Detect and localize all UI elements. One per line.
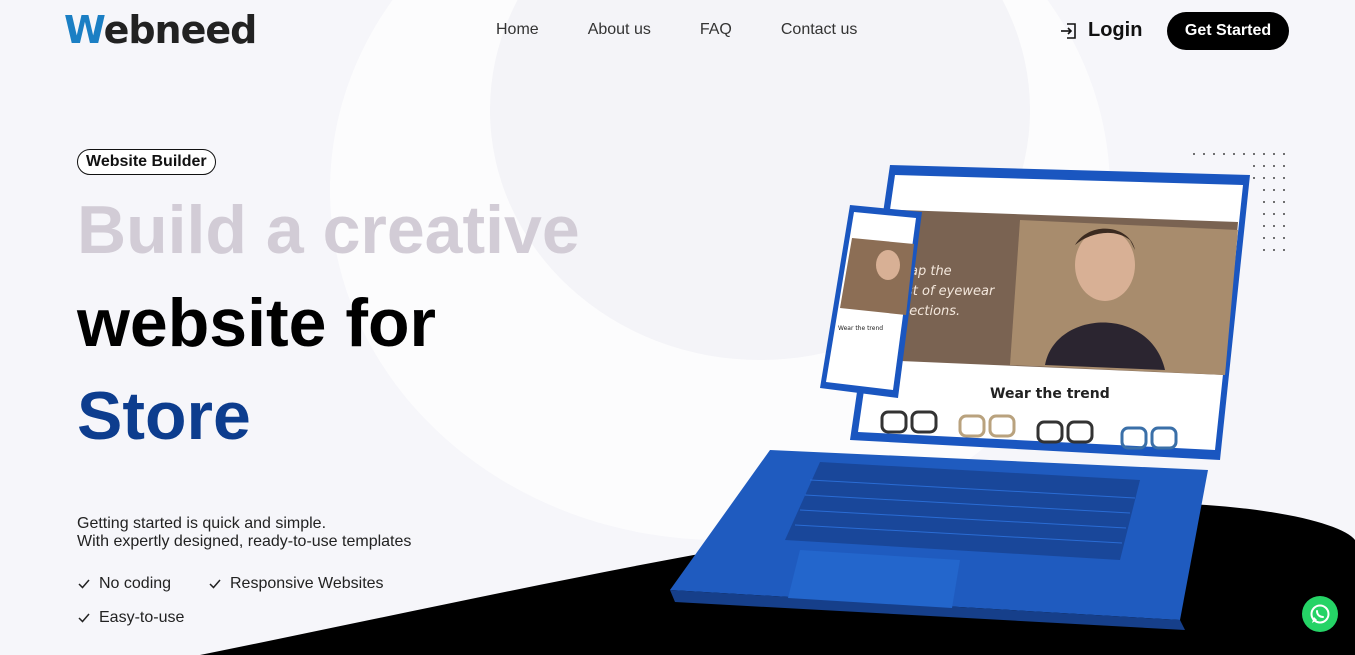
- hero-heading-line2: website for: [77, 285, 436, 361]
- nav-about-us[interactable]: About us: [588, 20, 651, 40]
- feature-label: No coding: [99, 575, 172, 592]
- hero-description-line1: Getting started is quick and simple.: [77, 515, 327, 532]
- phone-section-title: Wear the trend: [838, 325, 883, 332]
- logo-text: ebneed: [103, 8, 258, 52]
- feature-responsive: Responsive Websites: [208, 575, 384, 593]
- svg-text:llections.: llections.: [902, 304, 960, 319]
- main-nav: Home About us FAQ Contact us: [496, 20, 906, 40]
- check-icon: [78, 613, 90, 623]
- nav-faq[interactable]: FAQ: [700, 20, 732, 40]
- hero-description: Getting started is quick and simple. Wit…: [77, 515, 411, 551]
- login-icon: [1061, 22, 1076, 39]
- feature-no-coding: No coding: [77, 575, 171, 593]
- check-icon: [78, 579, 90, 589]
- website-builder-badge: Website Builder: [77, 149, 216, 175]
- logo-w: W: [64, 8, 105, 52]
- feature-label: Responsive Websites: [230, 575, 384, 592]
- nav-home[interactable]: Home: [496, 20, 539, 40]
- hero-heading-line1: Build a creative: [77, 192, 580, 268]
- feature-label: Easy-to-use: [99, 609, 185, 626]
- svg-text:ap the: ap the: [910, 264, 952, 279]
- webneed-logo[interactable]: Webneed: [64, 8, 258, 52]
- nav-contact-us[interactable]: Contact us: [781, 20, 857, 40]
- mockup-section-title: Wear the trend: [990, 386, 1110, 402]
- svg-text:st of eyewear: st of eyewear: [906, 284, 996, 299]
- feature-easy-to-use: Easy-to-use: [77, 609, 184, 627]
- laptop-mockup-illustration: ap the st of eyewear llections. Wear the…: [670, 165, 1250, 630]
- whatsapp-chat-button[interactable]: [1302, 596, 1338, 632]
- hero-description-line2: With expertly designed, ready-to-use tem…: [77, 533, 412, 550]
- get-started-button[interactable]: Get Started: [1167, 12, 1289, 50]
- check-icon: [209, 579, 221, 589]
- hero-heading-line3: Store: [77, 378, 251, 454]
- whatsapp-icon: [1310, 604, 1330, 624]
- login-label: Login: [1088, 19, 1143, 41]
- login-link[interactable]: Login: [1060, 19, 1142, 42]
